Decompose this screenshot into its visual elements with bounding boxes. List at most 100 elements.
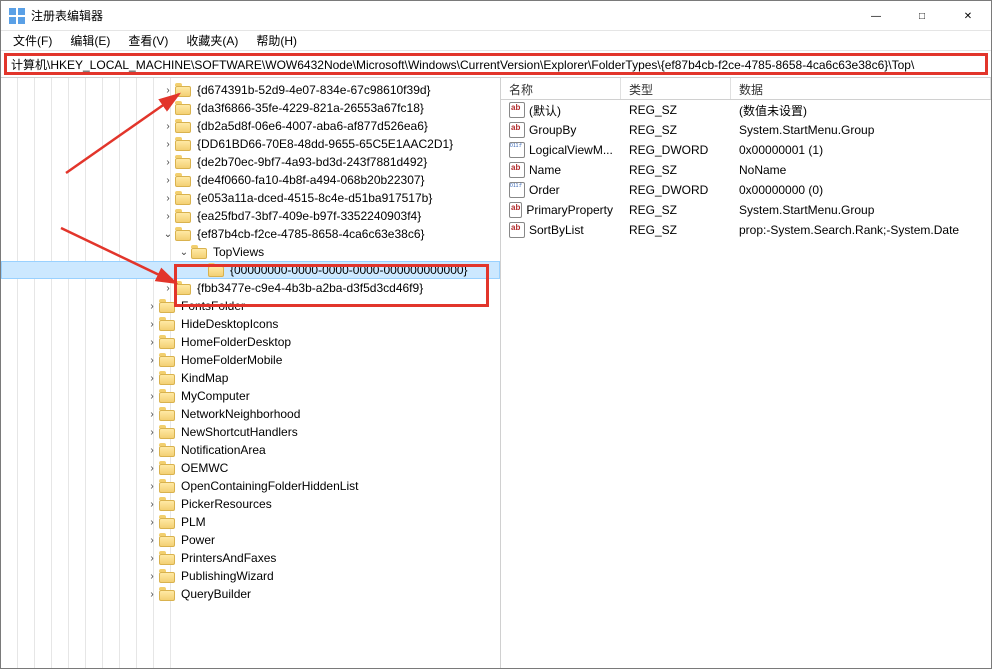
tree-label: {ef87b4cb-f2ce-4785-8658-4ca6c63e38c6} bbox=[195, 227, 427, 241]
titlebar[interactable]: 注册表编辑器 — □ ✕ bbox=[1, 1, 991, 31]
maximize-button[interactable]: □ bbox=[899, 1, 945, 31]
tree-item-folder[interactable]: ›OEMWC bbox=[1, 459, 500, 477]
value-row[interactable]: OrderREG_DWORD0x00000000 (0) bbox=[501, 180, 991, 200]
expander-icon[interactable]: › bbox=[145, 369, 159, 387]
menu-favorites[interactable]: 收藏夹(A) bbox=[178, 31, 246, 50]
tree-item-guid[interactable]: ›{de4f0660-fa10-4b8f-a494-068b20b22307} bbox=[1, 171, 500, 189]
expander-icon[interactable]: › bbox=[161, 99, 175, 117]
expander-icon[interactable]: › bbox=[145, 513, 159, 531]
value-name-cell: GroupBy bbox=[501, 122, 621, 138]
expander-icon[interactable]: › bbox=[145, 459, 159, 477]
regedit-window: 注册表编辑器 — □ ✕ 文件(F) 编辑(E) 查看(V) 收藏夹(A) 帮助… bbox=[0, 0, 992, 669]
value-row[interactable]: NameREG_SZNoName bbox=[501, 160, 991, 180]
expander-icon[interactable]: › bbox=[161, 171, 175, 189]
dword-value-icon bbox=[509, 142, 525, 158]
string-value-icon bbox=[509, 102, 525, 118]
expander-icon[interactable]: › bbox=[145, 441, 159, 459]
tree-item-folder[interactable]: ›OpenContainingFolderHiddenList bbox=[1, 477, 500, 495]
tree-item-guid[interactable]: ›{e053a11a-dced-4515-8c4e-d51ba917517b} bbox=[1, 189, 500, 207]
expander-icon[interactable]: › bbox=[145, 351, 159, 369]
tree-item-guid[interactable]: › {da3f6866-35fe-4229-821a-26553a67fc18} bbox=[1, 99, 500, 117]
tree-item-folder[interactable]: ›Power bbox=[1, 531, 500, 549]
string-value-icon bbox=[509, 122, 525, 138]
window-controls: — □ ✕ bbox=[853, 1, 991, 30]
close-button[interactable]: ✕ bbox=[945, 1, 991, 31]
expander-icon[interactable]: › bbox=[161, 117, 175, 135]
tree-item-open-guid[interactable]: ⌄ {ef87b4cb-f2ce-4785-8658-4ca6c63e38c6} bbox=[1, 225, 500, 243]
value-row[interactable]: PrimaryPropertyREG_SZSystem.StartMenu.Gr… bbox=[501, 200, 991, 220]
folder-icon bbox=[159, 551, 175, 565]
tree-item-folder[interactable]: ›PLM bbox=[1, 513, 500, 531]
tree-item-folder[interactable]: ›PrintersAndFaxes bbox=[1, 549, 500, 567]
folder-icon bbox=[159, 389, 175, 403]
expander-icon[interactable]: › bbox=[145, 585, 159, 603]
value-data: 0x00000001 (1) bbox=[731, 143, 991, 157]
tree-item-folder[interactable]: ›QueryBuilder bbox=[1, 585, 500, 603]
expander-icon[interactable]: › bbox=[145, 333, 159, 351]
expander-icon[interactable]: › bbox=[145, 567, 159, 585]
tree-item-folder[interactable]: ›NewShortcutHandlers bbox=[1, 423, 500, 441]
column-type[interactable]: 类型 bbox=[621, 78, 731, 99]
expander-icon[interactable]: › bbox=[145, 405, 159, 423]
expander-icon[interactable]: › bbox=[145, 297, 159, 315]
tree-item-guid[interactable]: ›{fbb3477e-c9e4-4b3b-a2ba-d3f5d3cd46f9} bbox=[1, 279, 500, 297]
value-row[interactable]: LogicalViewM...REG_DWORD0x00000001 (1) bbox=[501, 140, 991, 160]
column-data[interactable]: 数据 bbox=[731, 78, 991, 99]
tree-item-guid[interactable]: ›{d674391b-52d9-4e07-834e-67c98610f39d} bbox=[1, 81, 500, 99]
tree-pane[interactable]: ›{d674391b-52d9-4e07-834e-67c98610f39d} … bbox=[1, 78, 501, 668]
tree-item-folder[interactable]: ›MyComputer bbox=[1, 387, 500, 405]
folder-icon bbox=[175, 83, 191, 97]
folder-icon bbox=[175, 137, 191, 151]
expander-icon[interactable]: › bbox=[145, 423, 159, 441]
minimize-button[interactable]: — bbox=[853, 1, 899, 31]
expander-icon[interactable]: › bbox=[161, 279, 175, 297]
tree-item-folder[interactable]: ›PickerResources bbox=[1, 495, 500, 513]
expander-open-icon[interactable]: ⌄ bbox=[177, 243, 191, 261]
tree-item-folder[interactable]: ›FontsFolder bbox=[1, 297, 500, 315]
expander-icon[interactable]: › bbox=[161, 153, 175, 171]
expander-icon[interactable]: › bbox=[145, 549, 159, 567]
expander-icon[interactable]: › bbox=[161, 81, 175, 99]
tree-label: {da3f6866-35fe-4229-821a-26553a67fc18} bbox=[195, 101, 426, 115]
value-row[interactable]: SortByListREG_SZprop:-System.Search.Rank… bbox=[501, 220, 991, 240]
tree-item-folder[interactable]: ›NotificationArea bbox=[1, 441, 500, 459]
expander-icon[interactable]: › bbox=[145, 315, 159, 333]
value-row[interactable]: GroupByREG_SZSystem.StartMenu.Group bbox=[501, 120, 991, 140]
expander-icon[interactable]: › bbox=[145, 495, 159, 513]
menu-help[interactable]: 帮助(H) bbox=[248, 31, 305, 50]
value-name: (默认) bbox=[529, 102, 561, 119]
address-bar[interactable]: 计算机\HKEY_LOCAL_MACHINE\SOFTWARE\WOW6432N… bbox=[4, 53, 988, 75]
tree-item-folder[interactable]: ›KindMap bbox=[1, 369, 500, 387]
tree-item-guid[interactable]: ›{ea25fbd7-3bf7-409e-b97f-3352240903f4} bbox=[1, 207, 500, 225]
tree-item-folder[interactable]: ›NetworkNeighborhood bbox=[1, 405, 500, 423]
expander-open-icon[interactable]: ⌄ bbox=[161, 225, 175, 243]
tree-item-selected[interactable]: {00000000-0000-0000-0000-000000000000} bbox=[1, 261, 500, 279]
menu-edit[interactable]: 编辑(E) bbox=[62, 31, 118, 50]
tree-label: TopViews bbox=[211, 245, 266, 259]
menu-file[interactable]: 文件(F) bbox=[5, 31, 60, 50]
folder-icon bbox=[159, 407, 175, 421]
tree-item-folder[interactable]: ›HideDesktopIcons bbox=[1, 315, 500, 333]
expander-icon[interactable]: › bbox=[145, 531, 159, 549]
expander-icon[interactable]: › bbox=[161, 189, 175, 207]
expander-icon[interactable]: › bbox=[161, 207, 175, 225]
value-data: System.StartMenu.Group bbox=[731, 123, 991, 137]
tree-item-folder[interactable]: ›PublishingWizard bbox=[1, 567, 500, 585]
expander-icon[interactable]: › bbox=[161, 135, 175, 153]
expander-icon[interactable]: › bbox=[145, 477, 159, 495]
tree-item-guid[interactable]: ›{de2b70ec-9bf7-4a93-bd3d-243f7881d492} bbox=[1, 153, 500, 171]
values-header: 名称 类型 数据 bbox=[501, 78, 991, 100]
string-value-icon bbox=[509, 162, 525, 178]
tree-item-guid[interactable]: ›{db2a5d8f-06e6-4007-aba6-af877d526ea6} bbox=[1, 117, 500, 135]
tree-item-folder[interactable]: ›HomeFolderMobile bbox=[1, 351, 500, 369]
value-row[interactable]: (默认)REG_SZ(数值未设置) bbox=[501, 100, 991, 120]
menu-view[interactable]: 查看(V) bbox=[120, 31, 176, 50]
tree-item-guid[interactable]: ›{DD61BD66-70E8-48dd-9655-65C5E1AAC2D1} bbox=[1, 135, 500, 153]
expander-icon[interactable]: › bbox=[145, 387, 159, 405]
maximize-icon: □ bbox=[919, 11, 925, 22]
tree-item-topviews[interactable]: ⌄ TopViews bbox=[1, 243, 500, 261]
tree-item-folder[interactable]: ›HomeFolderDesktop bbox=[1, 333, 500, 351]
column-name[interactable]: 名称 bbox=[501, 78, 621, 99]
folder-icon bbox=[175, 173, 191, 187]
folder-icon bbox=[175, 209, 191, 223]
